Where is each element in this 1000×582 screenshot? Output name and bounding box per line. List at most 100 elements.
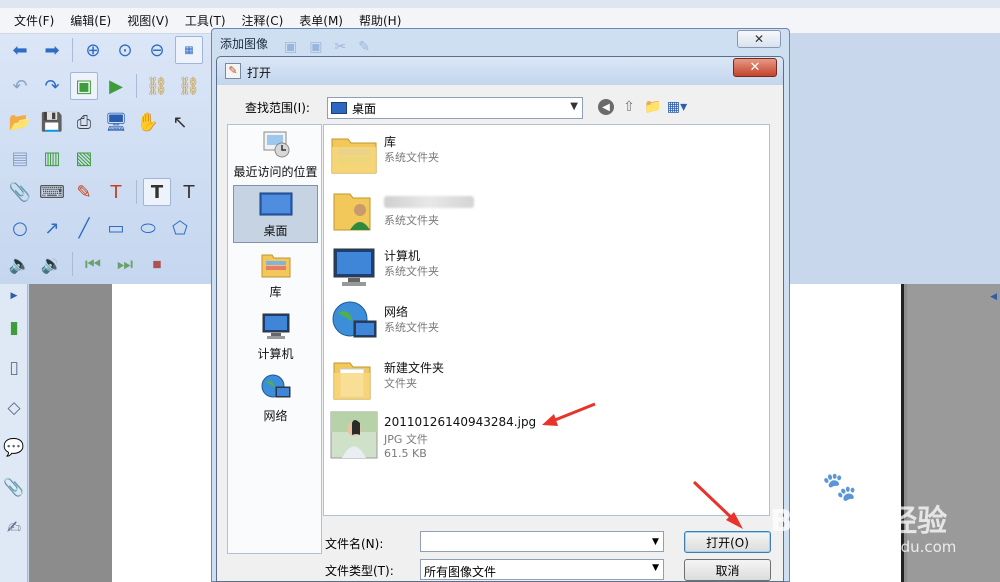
page-extract-icon[interactable]: ▧ [70,144,98,172]
menu-comment[interactable]: 注释(C) [242,12,284,29]
file-type-dropdown[interactable]: 所有图像文件 ▼ [420,559,664,580]
link-icon[interactable]: ⛓ [143,72,171,100]
toolbar-row-pages: ▤ ▥ ▧ [6,144,98,172]
scroll-left-arrow-icon[interactable]: ◀ [990,292,997,302]
text-tool-icon[interactable]: T [175,178,203,206]
view-menu-icon[interactable]: ▦▾ [667,97,687,117]
audio-next-icon[interactable]: ⏭ [111,250,139,278]
zoom-fit-icon[interactable]: ⊙ [111,36,139,64]
chevron-down-icon[interactable]: ▼ [652,537,659,547]
back-icon[interactable]: ◀ [598,99,614,115]
attachment-icon[interactable]: 📎 [6,178,34,206]
attachments-panel-icon[interactable]: 📎 [0,468,28,508]
file-item-network[interactable]: 网络 系统文件夹 [330,297,750,351]
place-recent[interactable]: 最近访问的位置 [233,129,318,185]
chevron-down-icon: ▼ [652,563,659,573]
navigation-toolbar: ◀ ⇧ 📁 ▦▾ [598,97,687,117]
file-item-computer[interactable]: 计算机 系统文件夹 [330,241,750,295]
app-logo-icon: ✎ [225,63,241,79]
speaker-icon[interactable]: 🔈 [6,250,34,278]
open-button[interactable]: 打开(O) [684,531,771,553]
ghost-icon: ✎ [358,39,370,55]
dialog-ghost-icons: ▣ ▣ ✂ ✎ [284,39,370,55]
file-name: 网络 [384,305,409,319]
file-item-user-folder[interactable]: 系统文件夹 [330,184,750,238]
place-desktop[interactable]: 桌面 [233,185,318,243]
typewriter-icon[interactable]: T [143,178,171,206]
circle-tool-icon[interactable]: ○ [6,214,34,242]
zoom-in-icon[interactable]: ⊕ [79,36,107,64]
text-box-icon[interactable]: T [102,178,130,206]
file-name-input[interactable] [420,531,664,552]
stamp-icon[interactable]: ⌨ [38,178,66,206]
monitor-icon[interactable]: 🖥 [102,108,130,136]
audio-prev-icon[interactable]: ⏮ [79,250,107,278]
menu-tools[interactable]: 工具(T) [185,12,226,29]
file-name: 库 [384,135,397,149]
redo-icon[interactable]: ↷ [38,72,66,100]
up-folder-icon[interactable]: ⇧ [620,97,638,117]
toolbar-area: ⬅ ➡ ⊕ ⊙ ⊖ ▦ ↶ ↷ ▣ ▶ ⛓ ⛓ 📂 💾 ⎙ 🖥 ✋ ↖ ▤ ▥ … [0,34,215,284]
expand-panel-icon[interactable]: ▶ [0,284,28,308]
select-pointer-icon[interactable]: ↖ [166,108,194,136]
menu-help[interactable]: 帮助(H) [359,12,401,29]
toolbar-row-annotate: 📎 ⌨ ✎ T T T [6,178,203,206]
toolbar-row-edit: ↶ ↷ ▣ ▶ ⛓ ⛓ [6,72,203,100]
app-title-strip [0,0,1000,8]
polygon-tool-icon[interactable]: ⬠ [166,214,194,242]
menu-view[interactable]: 视图(V) [127,12,169,29]
hand-tool-icon[interactable]: ✋ [134,108,162,136]
save-icon[interactable]: 💾 [38,108,66,136]
arrow-tool-icon[interactable]: ↗ [38,214,66,242]
menu-file[interactable]: 文件(F) [14,12,54,29]
ghost-icon: ▣ [284,39,298,55]
chevron-down-icon: ▼ [570,101,578,112]
undo-icon[interactable]: ↶ [6,72,34,100]
place-network[interactable]: 网络 [233,373,318,429]
audio-stop-icon[interactable]: ⏹ [143,250,171,278]
speaker-alt-icon[interactable]: 🔉 [38,250,66,278]
cancel-button[interactable]: 取消 [684,559,771,581]
media-icon[interactable]: ▶ [102,72,130,100]
line-tool-icon[interactable]: ╱ [70,214,98,242]
actual-size-icon[interactable]: ▦ [175,36,203,64]
print-icon[interactable]: ⎙ [70,108,98,136]
layers-icon[interactable]: ◇ [0,388,28,428]
bookmarks-icon[interactable]: ▮ [0,308,28,348]
open-folder-icon[interactable]: 📂 [6,108,34,136]
user-folder-icon [333,193,371,231]
rectangle-tool-icon[interactable]: ▭ [102,214,130,242]
signatures-icon[interactable]: ✍ [0,508,28,548]
menu-edit[interactable]: 编辑(E) [70,12,111,29]
add-image-close-button[interactable]: ✕ [737,30,781,48]
new-folder-icon[interactable]: 📁 [644,97,662,117]
add-image-icon[interactable]: ▣ [70,72,98,100]
page-layout-icon[interactable]: ▤ [6,144,34,172]
forward-arrow-icon[interactable]: ➡ [38,36,66,64]
comments-icon[interactable]: 💬 [0,428,28,468]
file-name: 新建文件夹 [384,361,445,375]
close-button[interactable]: ✕ [733,58,777,77]
page-insert-icon[interactable]: ▥ [38,144,66,172]
link-edit-icon[interactable]: ⛓ [175,72,203,100]
toolbar-separator [136,74,137,98]
file-item-new-folder[interactable]: 新建文件夹 文件夹 [330,353,750,407]
watermark-brand: Bai du 经验 [770,504,948,539]
folder-icon [333,362,371,400]
look-in-dropdown[interactable]: 桌面 ▼ [327,97,583,119]
pages-icon[interactable]: ▯ [0,348,28,388]
file-list: 库 系统文件夹 系统文件夹 计算机 系统文件夹 网络 系统文件夹 新建文件夹 文… [323,124,770,516]
look-in-value: 桌面 [352,101,377,116]
note-edit-icon[interactable]: ✎ [70,178,98,206]
menu-form[interactable]: 表单(M) [299,12,343,29]
place-libraries[interactable]: 库 [233,249,318,305]
watermark-url: jingyan.baidu.com [818,538,957,556]
toolbar-row-navigation: ⬅ ➡ ⊕ ⊙ ⊖ ▦ [6,36,203,64]
place-computer[interactable]: 计算机 [233,311,318,367]
ellipse-tool-icon[interactable]: ⬭ [134,214,162,242]
annotation-arrow-open [692,480,743,529]
file-item-libraries[interactable]: 库 系统文件夹 [330,127,750,181]
zoom-out-icon[interactable]: ⊖ [143,36,171,64]
place-label: 计算机 [257,347,294,361]
back-arrow-icon[interactable]: ⬅ [6,36,34,64]
